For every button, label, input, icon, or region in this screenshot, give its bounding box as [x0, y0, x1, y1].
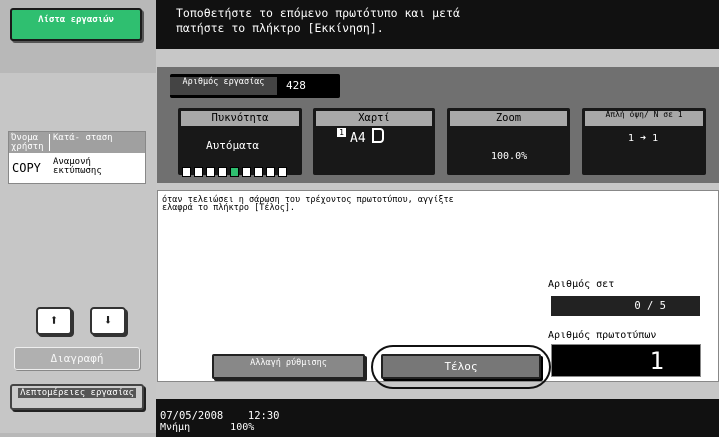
- zoom-value: 100.0%: [491, 151, 528, 162]
- scroll-up-button[interactable]: ⬆: [36, 307, 72, 335]
- density-value: Αυτόματα: [206, 139, 259, 152]
- job-table: Όνομα χρήστη Κατά- σταση COPY Αναμονή εκ…: [8, 131, 146, 184]
- job-details-label: Λεπτομέρειες εργασίας: [18, 388, 136, 398]
- density-step: [278, 167, 287, 177]
- scroll-down-button[interactable]: ⬇: [90, 307, 126, 335]
- instruction-text: όταν τελειώσει η σάρωση του τρέχοντος πρ…: [162, 195, 454, 213]
- density-marker: [230, 167, 239, 177]
- message-line-1: Τοποθετήστε το επόμενο πρωτότυπο και μετ…: [176, 6, 460, 20]
- col-status: Κατά- σταση: [53, 133, 113, 143]
- time: 12:30: [247, 410, 280, 422]
- memory-value: 100%: [230, 422, 255, 433]
- job-number-label: Αριθμός εργασίας: [170, 77, 277, 95]
- memory-label: Μνήμη: [160, 422, 191, 433]
- sidebar-lower-area: [0, 73, 156, 433]
- portrait-orientation-icon: [371, 128, 384, 143]
- zoom-label: Zoom: [450, 111, 567, 126]
- date: 07/05/2008: [160, 410, 224, 422]
- col-user-name: Όνομα χρήστη: [11, 133, 44, 152]
- arrow-up-icon: ⬆: [49, 311, 59, 329]
- originals-label: Αριθμός πρωτοτύπων: [548, 330, 657, 341]
- finish-button[interactable]: Τέλος: [381, 354, 541, 379]
- density-step: [266, 167, 275, 177]
- paper-label: Χαρτί: [316, 111, 432, 126]
- header-divider: [49, 134, 50, 151]
- paper-tile: Χαρτί 1 A4: [313, 108, 435, 175]
- job-table-header: Όνομα χρήστη Κατά- σταση: [9, 132, 145, 153]
- duplex-label: Απλή όψη/ Ν σε 1: [585, 111, 703, 126]
- density-tile: Πυκνότητα Αυτόματα: [178, 108, 302, 177]
- originals-count: 1: [551, 344, 701, 377]
- duplex-tile: Απλή όψη/ Ν σε 1 1 ➜ 1: [582, 108, 706, 175]
- density-step: [218, 167, 227, 177]
- arrow-down-icon: ⬇: [103, 311, 113, 329]
- job-number-value: 428: [286, 79, 306, 92]
- density-label: Πυκνότητα: [181, 111, 299, 126]
- job-number-box: Αριθμός εργασίας 428: [170, 74, 340, 98]
- status-footer: 07/05/2008 12:30 Μνήμη 100%: [156, 399, 719, 437]
- sets-value: 0 / 5: [551, 296, 700, 316]
- duplex-value: 1 ➜ 1: [628, 133, 659, 144]
- job-list-button[interactable]: Λίστα εργασιών: [10, 8, 142, 41]
- density-step: [242, 167, 251, 177]
- density-scale: [182, 167, 300, 177]
- zoom-tile: Zoom 100.0%: [447, 108, 570, 175]
- density-step: [194, 167, 203, 177]
- job-details-button[interactable]: Λεπτομέρειες εργασίας: [10, 384, 144, 410]
- delete-button[interactable]: Διαγραφή: [14, 347, 140, 370]
- density-step: [206, 167, 215, 177]
- row-status: Αναμονή εκτύπωσης: [53, 157, 102, 176]
- message-bar: Τοποθετήστε το επόμενο πρωτότυπο και μετ…: [156, 0, 719, 49]
- tray-1-icon: 1: [337, 128, 346, 137]
- datetime: 07/05/2008 12:30: [160, 410, 719, 422]
- row-user: COPY: [12, 161, 41, 175]
- density-step: [182, 167, 191, 177]
- message-line-2: πατήστε το πλήκτρο [Εκκίνηση].: [176, 21, 384, 35]
- table-row[interactable]: COPY Αναμονή εκτύπωσης: [9, 153, 145, 183]
- memory-status: Μνήμη 100%: [160, 422, 719, 433]
- paper-value: 1 A4: [337, 128, 384, 146]
- sets-label: Αριθμός σετ: [548, 279, 615, 290]
- paper-size: A4: [350, 131, 366, 146]
- change-settings-button[interactable]: Αλλαγή ρύθμισης: [212, 354, 365, 379]
- density-step: [254, 167, 263, 177]
